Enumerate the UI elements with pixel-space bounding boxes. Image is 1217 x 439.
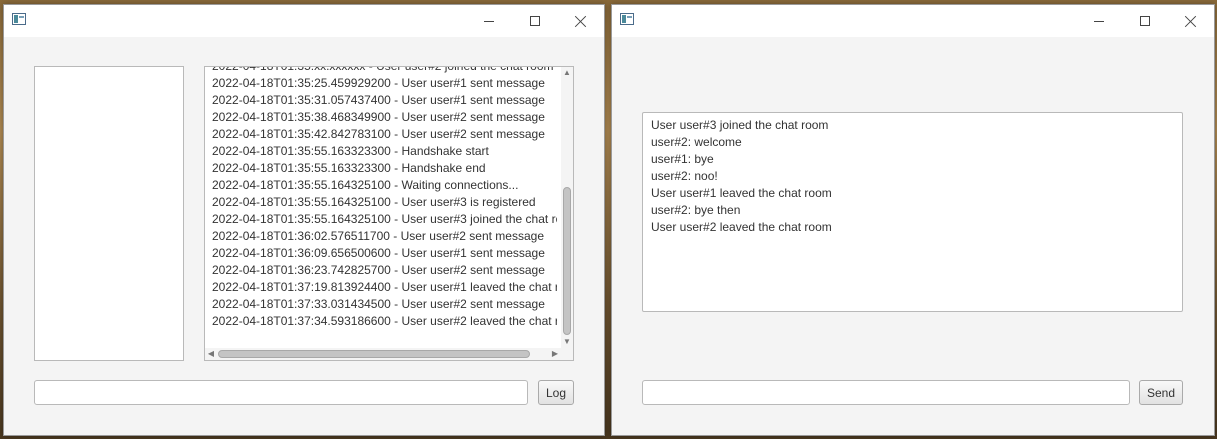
log-button[interactable]: Log <box>538 380 574 405</box>
log-line: 2022-04-18T01:35:42.842783100 - User use… <box>212 127 545 141</box>
chat-message: user#2: noo! <box>651 169 718 183</box>
minimize-icon <box>484 20 494 22</box>
chat-message: user#1: bye <box>651 152 714 166</box>
client-titlebar[interactable] <box>612 5 1214 37</box>
log-horizontal-scrollbar[interactable]: ◀ ▶ <box>205 348 561 360</box>
log-line: 2022-04-18T01:36:23.742825700 - User use… <box>212 263 545 277</box>
maximize-button[interactable] <box>1122 5 1168 37</box>
server-window: 2022-04-18T01:35:xx.xxxxxx - User user#2… <box>3 4 605 436</box>
log-line: 2022-04-18T01:35:55.164325100 - User use… <box>212 212 557 226</box>
scroll-down-arrow-icon[interactable]: ▼ <box>561 336 573 348</box>
scroll-up-arrow-icon[interactable]: ▲ <box>561 67 573 79</box>
log-horizontal-thumb[interactable] <box>218 350 530 358</box>
log-line: 2022-04-18T01:35:55.164325100 - Waiting … <box>212 178 519 192</box>
close-button[interactable] <box>558 5 604 37</box>
chat-messages-area[interactable]: User user#3 joined the chat room user#2: … <box>642 112 1183 312</box>
minimize-button[interactable] <box>1076 5 1122 37</box>
server-command-input[interactable] <box>34 380 528 405</box>
chat-message: User user#1 leaved the chat room <box>651 186 832 200</box>
minimize-button[interactable] <box>466 5 512 37</box>
scroll-right-arrow-icon[interactable]: ▶ <box>549 348 561 360</box>
log-line: 2022-04-18T01:36:09.656500600 - User use… <box>212 246 545 260</box>
log-line: 2022-04-18T01:35:31.057437400 - User use… <box>212 93 545 107</box>
log-line: 2022-04-18T01:37:33.031434500 - User use… <box>212 297 545 311</box>
log-line: 2022-04-18T01:35:55.164325100 - User use… <box>212 195 536 209</box>
maximize-icon <box>530 16 540 26</box>
chat-message-lines: User user#3 joined the chat room user#2: … <box>651 117 832 236</box>
chat-message: user#2: bye then <box>651 203 741 217</box>
user-list[interactable] <box>34 66 184 361</box>
server-titlebar[interactable] <box>4 5 604 37</box>
close-icon <box>1185 15 1197 27</box>
chat-message: user#2: welcome <box>651 135 742 149</box>
log-line: 2022-04-18T01:37:19.813924400 - User use… <box>212 280 557 294</box>
log-line: 2022-04-18T01:35:xx.xxxxxx - User user#2… <box>212 66 554 73</box>
log-line: 2022-04-18T01:35:55.163323300 - Handshak… <box>212 161 486 175</box>
chat-message: User user#2 leaved the chat room <box>651 220 832 234</box>
log-line: 2022-04-18T01:37:34.593186600 - User use… <box>212 314 557 328</box>
maximize-icon <box>1140 16 1150 26</box>
scroll-left-arrow-icon[interactable]: ◀ <box>205 348 217 360</box>
scroll-corner <box>561 348 573 360</box>
log-vertical-scrollbar[interactable]: ▲ ▼ <box>561 67 573 348</box>
chat-message: User user#3 joined the chat room <box>651 118 829 132</box>
server-log-area[interactable]: 2022-04-18T01:35:xx.xxxxxx - User user#2… <box>204 66 574 361</box>
log-line: 2022-04-18T01:36:02.576511700 - User use… <box>212 229 544 243</box>
close-button[interactable] <box>1168 5 1214 37</box>
app-window-icon <box>620 13 634 25</box>
maximize-button[interactable] <box>512 5 558 37</box>
minimize-icon <box>1094 20 1104 22</box>
client-window: User user#3 joined the chat room user#2: … <box>611 4 1215 436</box>
log-line: 2022-04-18T01:35:55.163323300 - Handshak… <box>212 144 489 158</box>
log-vertical-thumb[interactable] <box>563 187 571 335</box>
app-window-icon <box>12 13 26 25</box>
send-button[interactable]: Send <box>1139 380 1183 405</box>
log-line: 2022-04-18T01:35:38.468349900 - User use… <box>212 110 545 124</box>
message-input[interactable] <box>642 380 1130 405</box>
log-line: 2022-04-18T01:35:25.459929200 - User use… <box>212 76 545 90</box>
close-icon <box>575 15 587 27</box>
server-log-lines: 2022-04-18T01:35:xx.xxxxxx - User user#2… <box>212 66 557 330</box>
